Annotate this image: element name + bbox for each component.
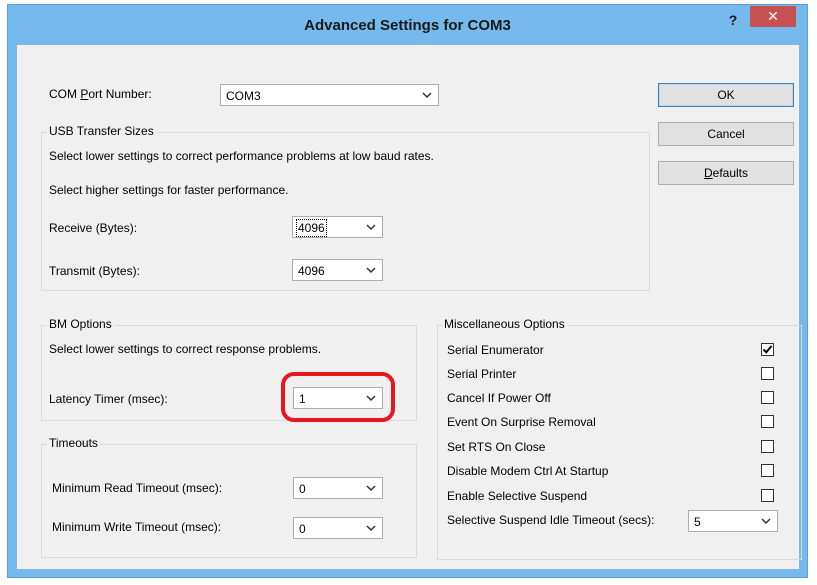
chevron-down-icon <box>422 92 432 99</box>
bm-description: Select lower settings to correct respons… <box>49 342 322 356</box>
close-button[interactable]: ✕ <box>750 6 796 27</box>
receive-label: Receive (Bytes): <box>49 221 138 235</box>
ok-button[interactable]: OK <box>658 83 794 107</box>
com-port-value: COM3 <box>226 89 261 103</box>
bm-options-group-label: BM Options <box>47 317 114 331</box>
min-write-timeout-value: 0 <box>299 522 306 536</box>
receive-select[interactable]: 4096 <box>292 216 383 238</box>
window-title: Advanced Settings for COM3 <box>304 17 511 34</box>
min-write-timeout-select[interactable]: 0 <box>293 517 383 539</box>
usb-description-1: Select lower settings to correct perform… <box>49 149 434 163</box>
cancel-if-power-off-checkbox[interactable] <box>761 391 774 404</box>
transmit-select[interactable]: 4096 <box>292 259 383 281</box>
min-read-timeout-select[interactable]: 0 <box>293 477 383 499</box>
misc-option-label: Cancel If Power Off <box>447 391 551 405</box>
min-write-timeout-label: Minimum Write Timeout (msec): <box>52 520 222 534</box>
chevron-down-icon <box>761 518 771 525</box>
idle-timeout-select[interactable]: 5 <box>688 510 778 532</box>
misc-options-group-label: Miscellaneous Options <box>442 317 567 331</box>
com-port-label: COM Port Number: <box>49 87 152 101</box>
chevron-down-icon <box>366 525 376 532</box>
transmit-label: Transmit (Bytes): <box>49 264 140 278</box>
usb-transfer-group-label: USB Transfer Sizes <box>47 124 156 138</box>
serial-printer-checkbox[interactable] <box>761 367 774 380</box>
set-rts-on-close-checkbox[interactable] <box>761 440 774 453</box>
min-read-timeout-value: 0 <box>299 482 306 496</box>
chevron-down-icon <box>366 224 376 231</box>
disable-modem-ctrl-checkbox[interactable] <box>761 464 774 477</box>
event-on-surprise-removal-checkbox[interactable] <box>761 415 774 428</box>
receive-value: 4096 <box>296 219 327 237</box>
misc-option-label: Event On Surprise Removal <box>447 415 596 429</box>
idle-timeout-label: Selective Suspend Idle Timeout (secs): <box>447 513 655 527</box>
checkmark-icon <box>762 345 773 354</box>
misc-option-label: Serial Enumerator <box>447 343 544 357</box>
misc-option-label: Disable Modem Ctrl At Startup <box>447 464 609 478</box>
title-bar[interactable]: Advanced Settings for COM3 ? ✕ <box>8 5 807 45</box>
misc-option-label: Serial Printer <box>447 367 517 381</box>
dialog-window: Advanced Settings for COM3 ? ✕ COM Port … <box>7 4 808 578</box>
latency-highlight-annotation <box>281 372 395 422</box>
latency-timer-label: Latency Timer (msec): <box>49 392 168 406</box>
chevron-down-icon <box>366 485 376 492</box>
serial-enumerator-checkbox[interactable] <box>761 343 774 356</box>
timeouts-group <box>41 444 417 558</box>
help-icon: ? <box>728 12 738 28</box>
close-icon: ✕ <box>767 8 779 24</box>
usb-description-2: Select higher settings for faster perfor… <box>49 183 289 197</box>
idle-timeout-value: 5 <box>694 515 701 529</box>
cancel-button[interactable]: Cancel <box>658 122 794 146</box>
enable-selective-suspend-checkbox[interactable] <box>761 489 774 502</box>
timeouts-group-label: Timeouts <box>47 436 100 450</box>
com-port-select[interactable]: COM3 <box>220 84 439 106</box>
misc-option-label: Set RTS On Close <box>447 440 546 454</box>
misc-option-label: Enable Selective Suspend <box>447 489 588 503</box>
min-read-timeout-label: Minimum Read Timeout (msec): <box>52 481 223 495</box>
defaults-button[interactable]: Defaults <box>658 161 794 185</box>
dialog-body: COM Port Number: COM3 OK Cancel Defaults… <box>16 44 802 570</box>
chevron-down-icon <box>366 267 376 274</box>
help-button[interactable]: ? <box>720 9 746 31</box>
transmit-value: 4096 <box>298 264 325 278</box>
